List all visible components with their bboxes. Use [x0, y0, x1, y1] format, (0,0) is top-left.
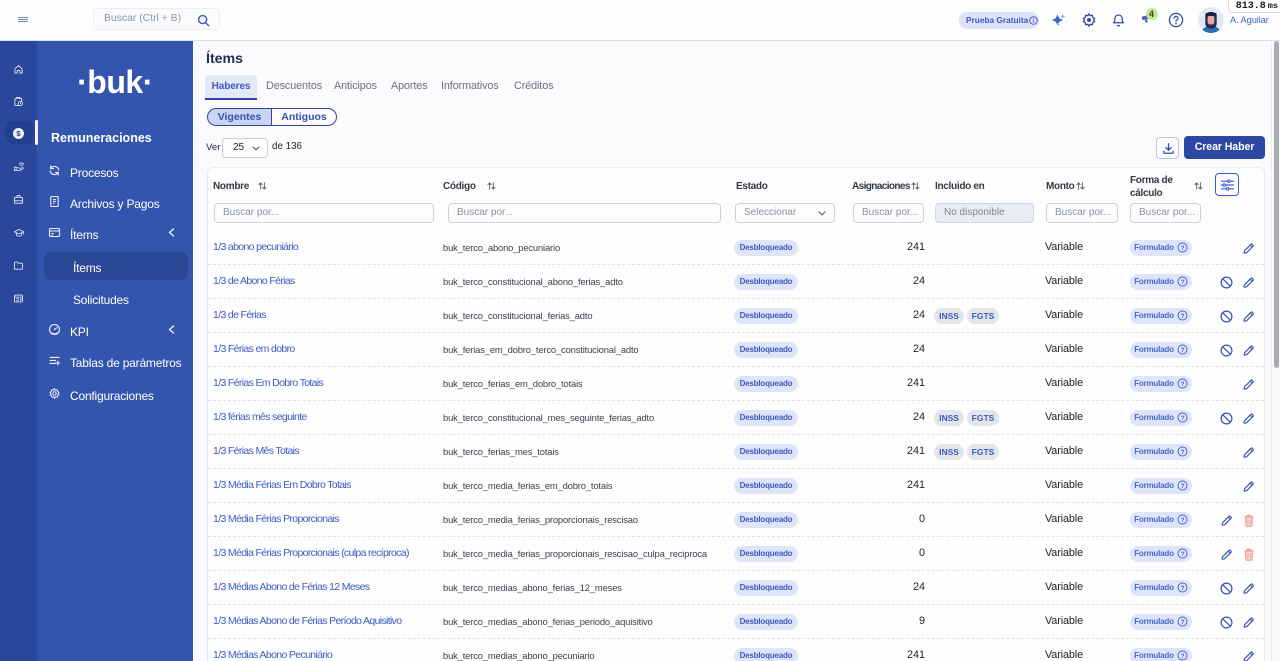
svg-text:?: ? [1180, 279, 1184, 286]
svg-text:?: ? [1180, 551, 1184, 558]
svg-text:?: ? [1180, 483, 1184, 490]
svg-text:?: ? [1180, 245, 1184, 252]
svg-text:?: ? [1180, 619, 1184, 626]
svg-text:?: ? [1180, 313, 1184, 320]
svg-text:?: ? [1180, 585, 1184, 592]
svg-text:?: ? [1180, 449, 1184, 456]
svg-text:?: ? [1180, 653, 1184, 660]
svg-text:?: ? [1180, 381, 1184, 388]
svg-text:?: ? [1180, 517, 1184, 524]
svg-text:?: ? [1180, 347, 1184, 354]
svg-text:?: ? [1180, 415, 1184, 422]
